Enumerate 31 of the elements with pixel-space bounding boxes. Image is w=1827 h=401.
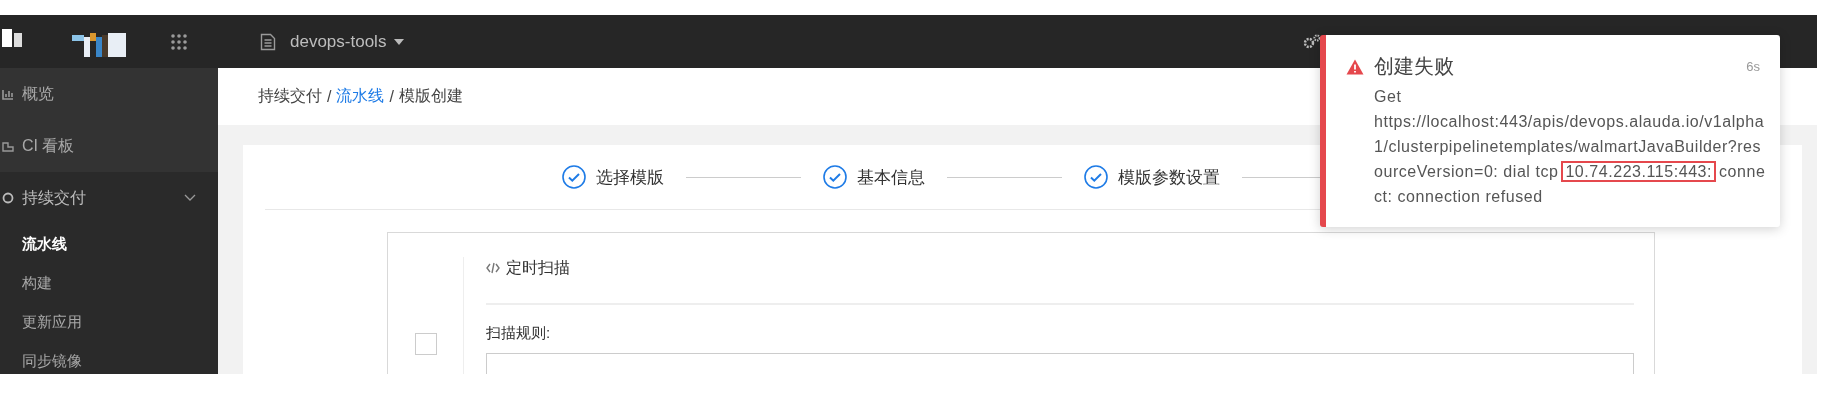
caret-icon [394,38,405,45]
apps-grid-icon[interactable] [170,32,188,51]
sidebar-subitem[interactable]: 构建 [0,263,218,302]
breadcrumb-separator: / [389,87,394,106]
bar-chart-icon [2,88,14,100]
breadcrumb-link[interactable]: 流水线 [336,86,385,107]
step-label: 模版参数设置 [1118,166,1220,189]
step-label: 基本信息 [857,166,925,189]
sidebar-item[interactable]: 概览 [0,68,218,120]
settings-icon[interactable] [1302,32,1322,51]
breadcrumb-item: 持续交付 [258,86,322,106]
toast-time: 6s [1746,59,1760,74]
sidebar-subitem[interactable]: 流水线 [0,224,218,263]
cycle-icon [2,192,14,204]
sidebar-subitem[interactable]: 更新应用 [0,302,218,341]
section-title: 定时扫描 [506,257,570,278]
document-icon [260,32,276,51]
checkbox[interactable] [414,333,437,355]
highlight-box: 10.74.223.115:443: [1563,163,1715,180]
sidebar-item[interactable]: CI 看板 [0,120,218,172]
toast-title: 创建失败 [1374,54,1455,79]
code-icon [486,262,500,274]
sidebar-subitem[interactable]: 同步镜像 [0,341,218,374]
warning-icon [1346,58,1364,75]
toast-message: Get https://localhost:443/apis/devops.alauda.io/v1alpha1/clusterpipelinetemplates/walmartJavaBuilder?resourceVersion=0: dial tcp 10.74.223.115:443: connect: connection refused [1374,87,1766,207]
board-icon [2,140,14,152]
project-dropdown[interactable]: devops-tools [290,31,405,52]
breadcrumb-item: 模版创建 [398,86,463,106]
field-label: 扫描规则: [486,324,552,343]
step-label: 选择模版 [596,166,664,189]
breadcrumb-separator: / [327,87,332,106]
